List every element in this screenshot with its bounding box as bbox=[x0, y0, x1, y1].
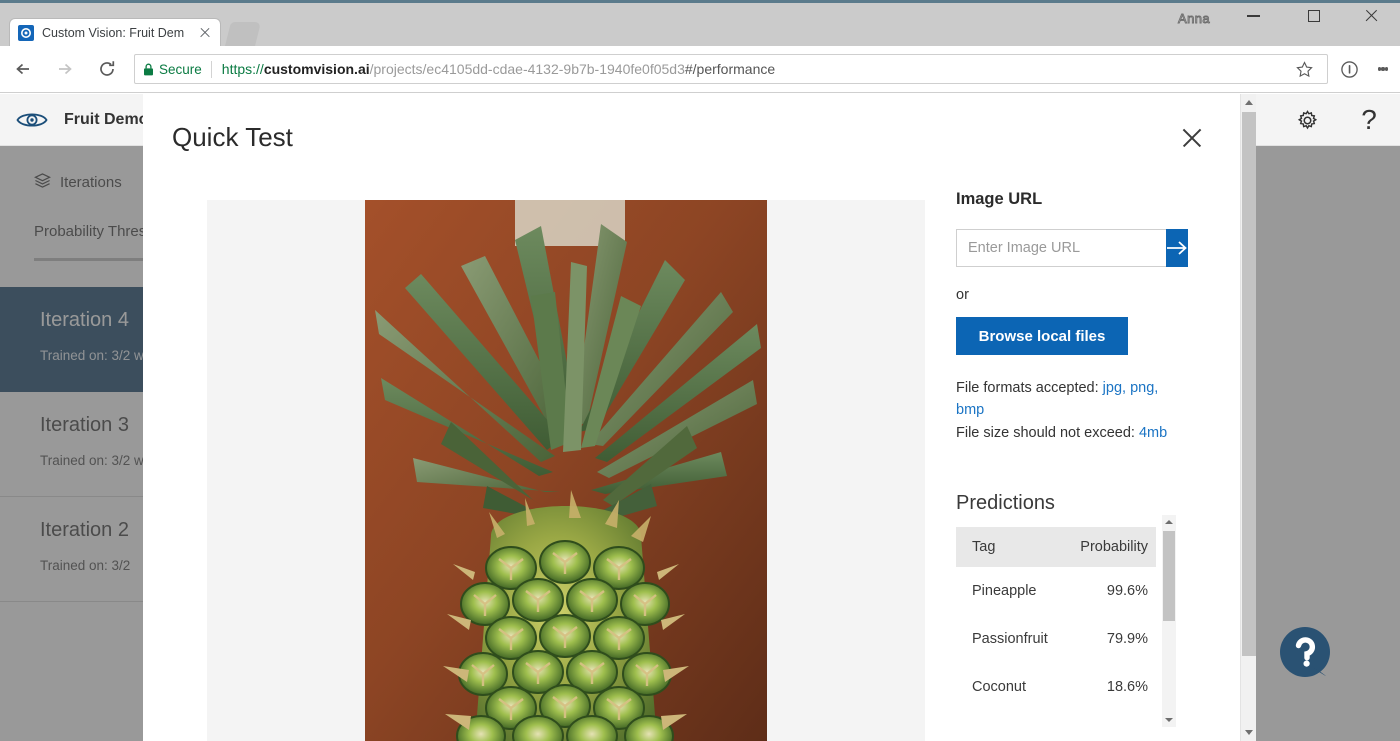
table-row: Passionfruit 79.9% bbox=[956, 615, 1156, 663]
help-question-icon[interactable]: ? bbox=[1338, 94, 1400, 146]
predictions-title: Predictions bbox=[956, 492, 1055, 514]
browser-toolbar: Secure https://customvision.ai/projects/… bbox=[0, 46, 1400, 93]
prediction-probability: 79.9% bbox=[1106, 631, 1148, 647]
image-url-input[interactable] bbox=[956, 229, 1166, 267]
image-preview-pane bbox=[207, 200, 925, 741]
column-header-tag: Tag bbox=[972, 539, 996, 555]
formats-prefix: File formats accepted: bbox=[956, 380, 1103, 396]
url-fragment: #/performance bbox=[684, 61, 776, 77]
arrow-right-icon bbox=[59, 63, 72, 75]
file-requirements: File formats accepted: jpg, png, bmp Fil… bbox=[956, 377, 1178, 444]
browser-tab[interactable]: Custom Vision: Fruit Dem bbox=[10, 19, 220, 46]
prediction-probability: 99.6% bbox=[1106, 583, 1148, 599]
omnibox-divider bbox=[210, 60, 212, 78]
url-host: customvision.ai bbox=[263, 61, 370, 77]
browser-window: Custom Vision: Fruit Dem Anna Secure htt… bbox=[0, 0, 1400, 741]
lock-icon bbox=[143, 63, 154, 76]
image-url-row bbox=[956, 229, 1188, 267]
predictions-scrollbar[interactable] bbox=[1162, 515, 1176, 727]
predictions-scroll-thumb[interactable] bbox=[1163, 531, 1175, 621]
prediction-tag: Coconut bbox=[972, 679, 1027, 695]
column-header-probability: Probability bbox=[1080, 539, 1148, 555]
prediction-tag: Passionfruit bbox=[972, 631, 1048, 647]
scroll-down-icon[interactable] bbox=[1241, 724, 1256, 741]
back-button[interactable] bbox=[4, 50, 42, 88]
question-bubble-icon bbox=[1280, 627, 1330, 677]
table-row: Coconut 18.6% bbox=[956, 663, 1156, 711]
profile-name[interactable]: Anna bbox=[1178, 11, 1210, 27]
page-info-button[interactable] bbox=[1332, 50, 1366, 88]
modal-scroll-thumb[interactable] bbox=[1242, 112, 1256, 656]
security-label: Secure bbox=[159, 61, 202, 77]
reload-button[interactable] bbox=[88, 50, 126, 88]
prediction-tag: Pineapple bbox=[972, 583, 1037, 599]
predictions-panel: Predictions Tag Probability Pineapple 99… bbox=[956, 492, 1176, 727]
info-circle-icon bbox=[1340, 60, 1358, 78]
or-separator-label: or bbox=[956, 287, 969, 303]
predictions-table-header: Tag Probability bbox=[956, 527, 1156, 567]
browser-tab-title: Custom Vision: Fruit Dem bbox=[42, 25, 185, 40]
scroll-down-icon[interactable] bbox=[1162, 713, 1176, 727]
quick-test-modal: Quick Test Image URL Enter Image URL or … bbox=[143, 94, 1256, 741]
url-path: /projects/ec4105dd-cdae-4132-9b7b-1940fe… bbox=[369, 61, 685, 77]
close-icon bbox=[1364, 9, 1378, 23]
modal-scrollbar[interactable] bbox=[1240, 94, 1256, 741]
window-close-button[interactable] bbox=[1348, 0, 1394, 32]
table-row: Pineapple 99.6% bbox=[956, 567, 1156, 615]
new-tab-button[interactable] bbox=[225, 22, 261, 46]
tab-close-icon[interactable] bbox=[198, 26, 212, 40]
security-indicator[interactable]: Secure bbox=[143, 62, 211, 77]
app-header-actions: ? bbox=[1276, 94, 1400, 146]
bookmark-star-icon[interactable] bbox=[1289, 60, 1319, 78]
titlebar-accent-line bbox=[0, 0, 1400, 3]
predictions-scroll-area: Tag Probability Pineapple 99.6% Passionf… bbox=[956, 515, 1176, 727]
help-chat-bubble-button[interactable] bbox=[1276, 624, 1338, 686]
settings-gear-icon[interactable] bbox=[1276, 94, 1338, 146]
arrow-right-icon bbox=[1167, 241, 1187, 255]
close-icon bbox=[1181, 127, 1203, 149]
arrow-left-icon bbox=[16, 63, 29, 75]
image-url-label: Image URL bbox=[956, 190, 1043, 208]
custom-vision-favicon bbox=[18, 24, 34, 41]
scroll-up-icon[interactable] bbox=[1162, 515, 1176, 529]
kebab-dot bbox=[1384, 67, 1388, 71]
test-image bbox=[365, 200, 767, 741]
reload-icon bbox=[100, 61, 115, 76]
submit-url-button[interactable] bbox=[1166, 229, 1188, 267]
size-prefix: File size should not exceed: bbox=[956, 424, 1139, 441]
scroll-up-icon[interactable] bbox=[1241, 94, 1256, 111]
custom-vision-eye-logo-icon[interactable] bbox=[0, 109, 64, 131]
modal-close-button[interactable] bbox=[1174, 120, 1210, 156]
prediction-probability: 18.6% bbox=[1106, 679, 1148, 695]
url-text: https://customvision.ai/projects/ec4105d… bbox=[222, 61, 775, 77]
forward-button[interactable] bbox=[46, 50, 84, 88]
predictions-table: Tag Probability Pineapple 99.6% Passionf… bbox=[956, 527, 1156, 711]
url-scheme: https:// bbox=[221, 61, 264, 77]
window-maximize-button[interactable] bbox=[1291, 0, 1337, 32]
modal-title: Quick Test bbox=[172, 122, 293, 152]
chrome-menu-button[interactable] bbox=[1366, 50, 1400, 88]
size-value: 4mb bbox=[1138, 424, 1168, 441]
browser-titlebar: Custom Vision: Fruit Dem Anna bbox=[0, 0, 1400, 46]
upload-panel: Image URL or Browse local files File for… bbox=[956, 190, 1206, 444]
omnibox[interactable]: Secure https://customvision.ai/projects/… bbox=[134, 54, 1328, 84]
maximize-icon bbox=[1308, 10, 1320, 22]
minimize-icon bbox=[1246, 15, 1260, 17]
browse-local-files-button[interactable]: Browse local files bbox=[956, 317, 1128, 355]
project-name: Fruit Demo bbox=[64, 110, 149, 128]
window-minimize-button[interactable] bbox=[1230, 0, 1276, 32]
